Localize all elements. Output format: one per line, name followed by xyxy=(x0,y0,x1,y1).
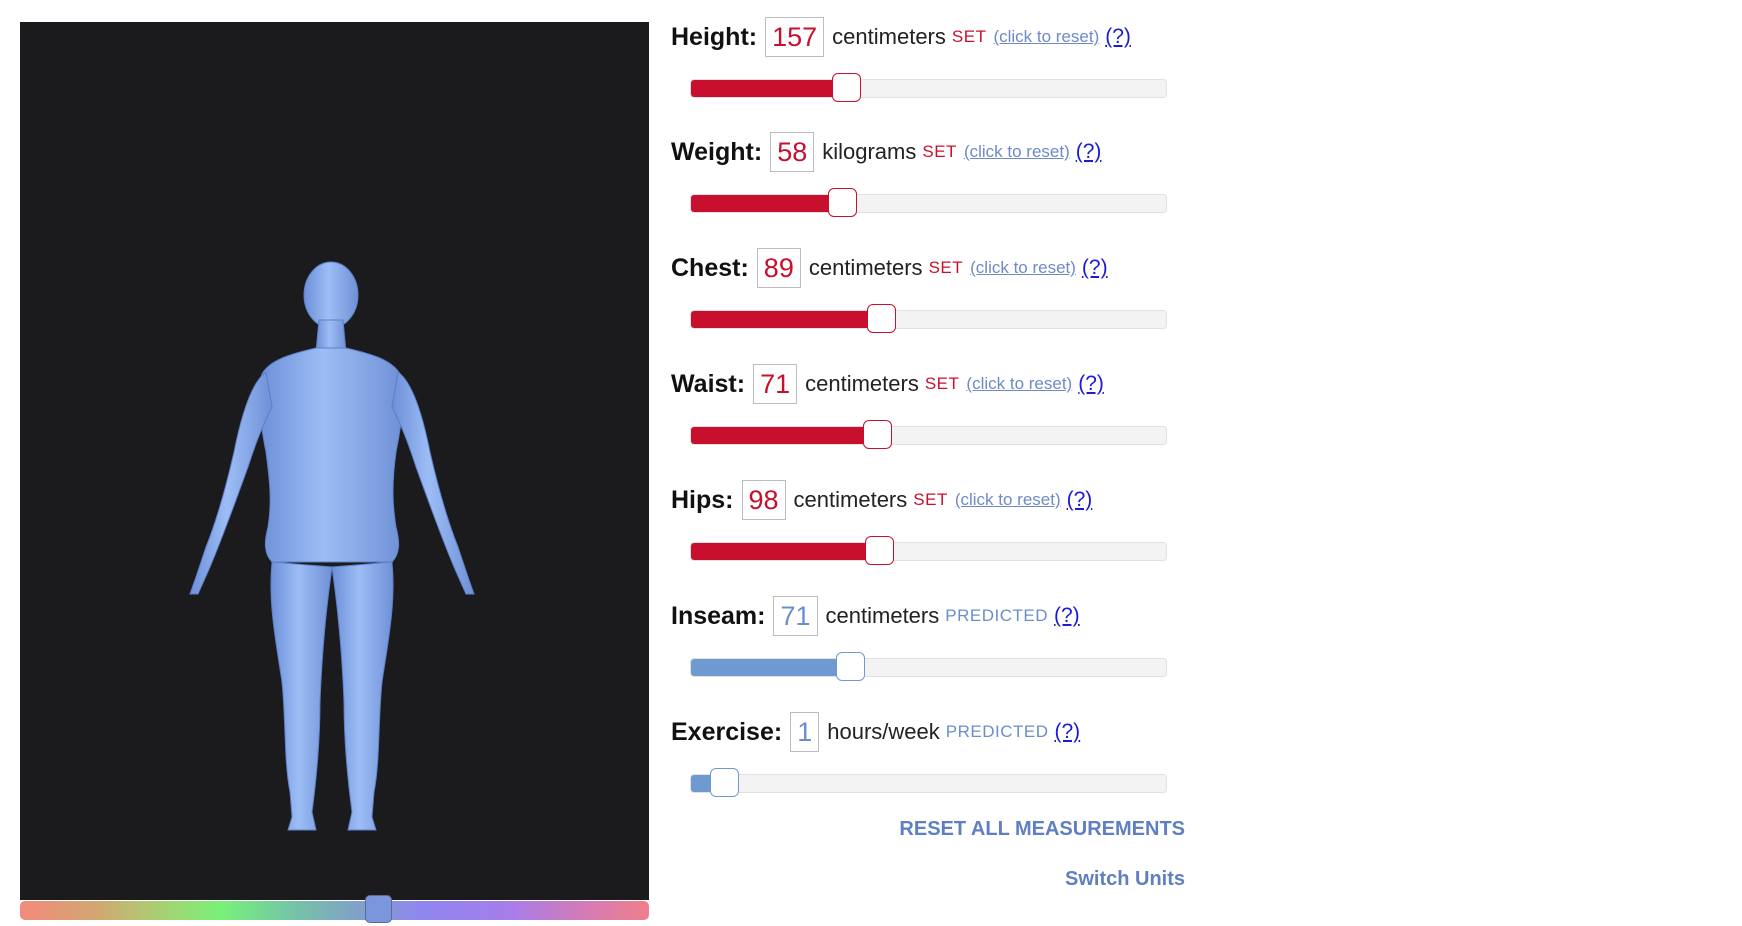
height-slider[interactable] xyxy=(690,73,1167,102)
measurement-label: Weight: xyxy=(671,137,763,166)
weight-reset-link[interactable]: (click to reset) xyxy=(964,142,1070,162)
measurement-label: Exercise: xyxy=(671,717,783,746)
slider-thumb[interactable] xyxy=(867,304,897,333)
color-slider-thumb[interactable] xyxy=(365,895,393,923)
status-badge: PREDICTED xyxy=(945,722,1049,741)
status-badge: SET xyxy=(922,142,957,161)
chest-reset-link[interactable]: (click to reset) xyxy=(970,258,1076,278)
measurement-label: Chest: xyxy=(671,253,749,282)
unit-label: centimeters xyxy=(805,371,919,396)
slider-thumb[interactable] xyxy=(862,420,892,449)
exercise-value-input[interactable]: 1 xyxy=(790,712,820,752)
inseam-help-link[interactable]: (?) xyxy=(1054,604,1080,628)
waist-slider[interactable] xyxy=(690,420,1167,449)
unit-label: centimeters xyxy=(825,603,940,628)
color-slider[interactable] xyxy=(20,895,649,923)
weight-help-link[interactable]: (?) xyxy=(1076,140,1102,164)
weight-slider[interactable] xyxy=(690,188,1167,217)
height-help-link[interactable]: (?) xyxy=(1105,25,1131,49)
slider-fill xyxy=(691,659,851,676)
measurement-label: Inseam: xyxy=(671,601,766,630)
slider-thumb[interactable] xyxy=(709,768,739,797)
measurement-label: Height: xyxy=(671,22,758,51)
hips-help-link[interactable]: (?) xyxy=(1067,488,1093,512)
exercise-slider[interactable] xyxy=(690,768,1167,797)
status-badge: SET xyxy=(951,27,987,46)
weight-value-input[interactable]: 58 xyxy=(770,132,815,172)
status-badge: SET xyxy=(924,374,960,393)
unit-label: centimeters xyxy=(808,255,923,280)
reset-all-button[interactable]: RESET ALL MEASUREMENTS xyxy=(899,818,1185,841)
hips-slider[interactable] xyxy=(690,536,1167,565)
measurement-label: Hips: xyxy=(671,485,734,514)
unit-label: kilograms xyxy=(822,139,917,164)
switch-units-button[interactable]: Switch Units xyxy=(1065,868,1185,891)
status-badge: SET xyxy=(928,258,964,277)
inseam-value-input[interactable]: 71 xyxy=(773,596,818,636)
hips-reset-link[interactable]: (click to reset) xyxy=(955,490,1061,510)
unit-label: centimeters xyxy=(793,487,908,512)
unit-label: hours/week xyxy=(827,719,940,744)
slider-thumb[interactable] xyxy=(828,188,858,217)
height-reset-link[interactable]: (click to reset) xyxy=(993,27,1099,47)
slider-fill xyxy=(691,543,880,560)
body-model-viewer[interactable] xyxy=(20,22,649,900)
waist-value-input[interactable]: 71 xyxy=(753,364,798,404)
hips-value-input[interactable]: 98 xyxy=(741,480,786,520)
height-value-input[interactable]: 157 xyxy=(765,17,825,57)
status-badge: SET xyxy=(913,490,948,509)
waist-help-link[interactable]: (?) xyxy=(1078,372,1104,396)
chest-help-link[interactable]: (?) xyxy=(1082,256,1108,280)
slider-fill xyxy=(691,311,882,328)
chest-slider[interactable] xyxy=(690,304,1167,333)
exercise-help-link[interactable]: (?) xyxy=(1054,720,1080,744)
chest-value-input[interactable]: 89 xyxy=(756,248,801,288)
inseam-slider[interactable] xyxy=(690,652,1167,681)
slider-thumb[interactable] xyxy=(836,652,866,681)
slider-thumb[interactable] xyxy=(864,536,894,565)
body-model[interactable] xyxy=(20,22,649,900)
slider-fill xyxy=(691,195,843,212)
unit-label: centimeters xyxy=(832,24,946,49)
status-badge: PREDICTED xyxy=(945,606,1048,625)
slider-fill xyxy=(691,427,878,444)
slider-thumb[interactable] xyxy=(831,73,861,102)
waist-reset-link[interactable]: (click to reset) xyxy=(966,374,1072,394)
measurement-label: Waist: xyxy=(671,369,746,398)
slider-fill xyxy=(691,80,847,97)
